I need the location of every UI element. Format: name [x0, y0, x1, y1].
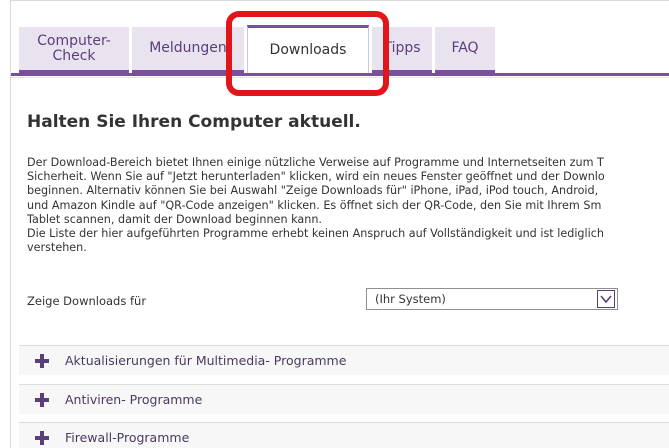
accordion-item-antivirus[interactable]: Antiviren- Programme — [19, 384, 669, 414]
accordion-label: Antiviren- Programme — [65, 392, 203, 407]
description-line: beginnen. Alternativ können Sie bei Ausw… — [27, 184, 599, 198]
accordion-item-multimedia[interactable]: Aktualisierungen für Multimedia- Program… — [19, 345, 669, 375]
description-line: Tablet scannen, damit der Download begin… — [27, 212, 322, 226]
tab-computer-check-label-1: Computer- — [37, 32, 111, 49]
page-title: Halten Sie Ihren Computer aktuell. — [27, 112, 361, 132]
description-line: verstehen. — [27, 241, 87, 255]
tab-downloads[interactable]: Downloads — [247, 25, 369, 75]
plus-icon — [35, 353, 49, 368]
downloads-filter-label: Zeige Downloads für — [27, 294, 147, 308]
tab-faq[interactable]: FAQ — [435, 27, 495, 73]
description-text: Der Download-Bereich bietet Ihnen einige… — [27, 156, 669, 255]
tab-tipps[interactable]: Tipps — [372, 27, 432, 73]
tab-bar: Computer- Check Meldungen Downloads Tipp… — [11, 1, 669, 77]
description-line: Die Liste der hier aufgeführten Programm… — [27, 226, 604, 240]
description-line: und Amazon Kindle auf "QR-Code anzeigen"… — [27, 198, 602, 212]
tab-tipps-label: Tipps — [383, 40, 421, 56]
accordion-label: Firewall-Programme — [65, 430, 190, 445]
description-line: Sicherheit. Wenn Sie auf "Jetzt herunter… — [27, 170, 605, 184]
page-frame: Computer- Check Meldungen Downloads Tipp… — [10, 0, 669, 448]
chevron-down-icon — [600, 295, 612, 304]
tab-meldungen-label: Meldungen — [149, 40, 227, 56]
plus-icon — [35, 392, 49, 407]
tab-meldungen[interactable]: Meldungen — [132, 27, 244, 73]
plus-icon — [35, 430, 49, 445]
tab-underline — [11, 73, 669, 76]
tab-faq-label: FAQ — [451, 40, 479, 56]
tab-computer-check[interactable]: Computer- Check — [19, 27, 129, 73]
accordion-label: Aktualisierungen für Multimedia- Program… — [65, 353, 347, 368]
downloads-filter-select[interactable]: (Ihr System) — [366, 288, 618, 310]
tab-computer-check-label-2: Check — [52, 47, 96, 64]
downloads-filter-value: (Ihr System) — [375, 292, 446, 306]
dropdown-button[interactable] — [597, 290, 615, 308]
description-line: Der Download-Bereich bietet Ihnen einige… — [27, 156, 604, 169]
accordion-item-firewall[interactable]: Firewall-Programme — [19, 422, 669, 448]
content-panel: Halten Sie Ihren Computer aktuell. Der D… — [11, 77, 669, 448]
tab-downloads-label: Downloads — [269, 41, 347, 58]
